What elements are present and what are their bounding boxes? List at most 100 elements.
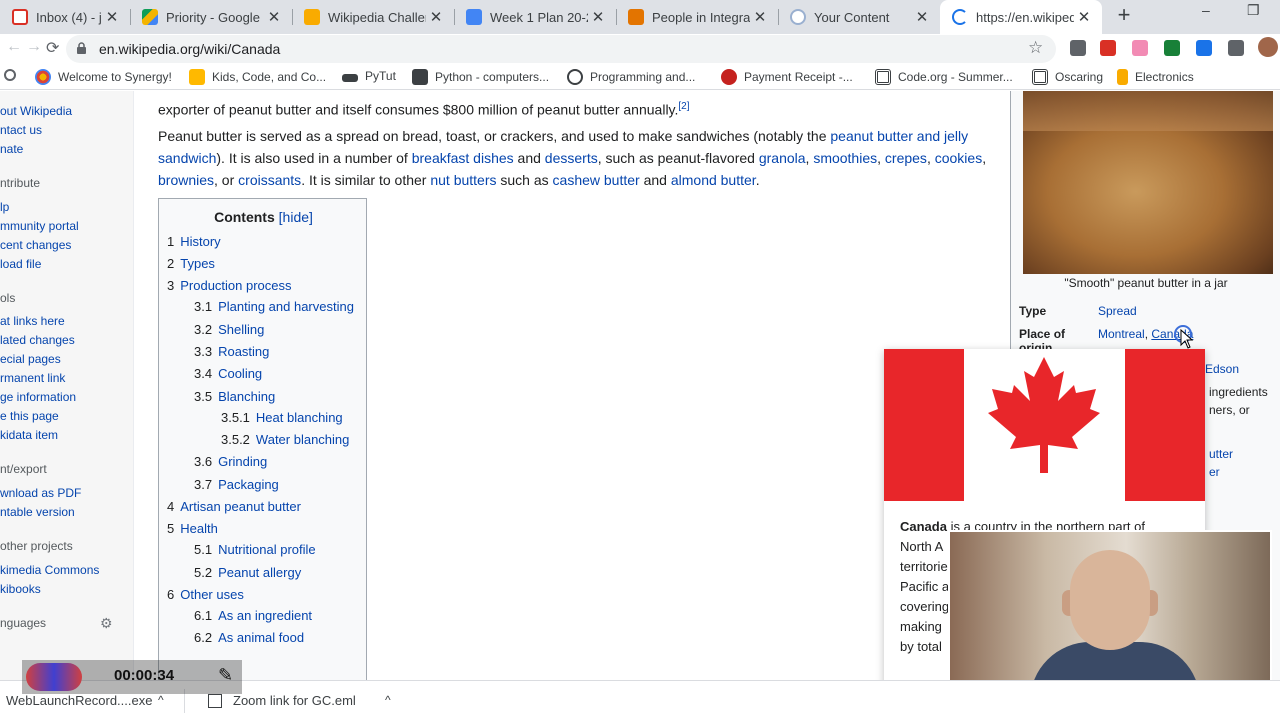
bookmark-electronics[interactable]: Electronics <box>1117 69 1194 85</box>
bookmark-oscaring[interactable]: Oscaring <box>1032 69 1103 85</box>
toc-item[interactable]: 4 Artisan peanut butter <box>167 499 301 514</box>
download-item-exe[interactable]: WebLaunchRecord....exe <box>6 693 152 708</box>
sheets-extension-icon[interactable] <box>1164 40 1180 56</box>
link-crepes[interactable]: crepes <box>885 150 927 166</box>
sidebar-link[interactable]: ge information <box>0 390 76 404</box>
chevron-up-icon[interactable]: ^ <box>385 693 391 707</box>
sidebar-link[interactable]: at links here <box>0 314 65 328</box>
extension-icon[interactable] <box>1196 40 1212 56</box>
sidebar-link[interactable]: ntact us <box>0 123 42 137</box>
partial-link[interactable]: utter <box>1209 447 1233 461</box>
bookmark-synergy[interactable]: Welcome to Synergy! <box>35 69 172 85</box>
link-smoothies[interactable]: smoothies <box>813 150 877 166</box>
gear-icon[interactable]: ⚙ <box>100 615 113 632</box>
link-almond-butter[interactable]: almond butter <box>671 172 756 188</box>
sidebar-link[interactable]: kimedia Commons <box>0 563 99 577</box>
toc-item[interactable]: 5.1 Nutritional profile <box>194 542 316 557</box>
bookmark-star-icon[interactable]: ☆ <box>1028 38 1043 58</box>
extension-icon[interactable] <box>1070 40 1086 56</box>
sidebar-link[interactable]: ecial pages <box>0 352 61 366</box>
puzzle-icon[interactable] <box>1228 40 1244 56</box>
extension-icon[interactable] <box>1100 40 1116 56</box>
close-tab-icon[interactable]: ✕ <box>102 8 122 26</box>
sidebar-link[interactable]: load file <box>0 257 41 271</box>
tab-gmail[interactable]: Inbox (4) - jeremy ✕ <box>0 0 130 34</box>
back-button[interactable]: ← <box>6 38 22 56</box>
pencil-icon[interactable]: ✎ <box>218 665 233 686</box>
sidebar-link[interactable]: nate <box>0 142 23 156</box>
avatar[interactable] <box>1258 37 1278 57</box>
minimize-button[interactable]: – <box>1202 2 1210 24</box>
bookmark-programming[interactable]: Programming and... <box>567 69 695 85</box>
restore-button[interactable]: ❐ <box>1247 2 1260 24</box>
bookmark-kids-code[interactable]: Kids, Code, and Co... <box>189 69 326 85</box>
bookmark-reload[interactable] <box>4 69 23 81</box>
new-tab-button[interactable]: + <box>1112 4 1136 28</box>
toc-item[interactable]: 3 Production process <box>167 278 292 293</box>
sidebar-link[interactable]: kibooks <box>0 582 41 596</box>
sidebar-link[interactable]: lp <box>0 200 9 214</box>
toc-item[interactable]: 3.1 Planting and harvesting <box>194 299 354 314</box>
type-value-link[interactable]: Spread <box>1098 304 1137 318</box>
bookmark-code-org[interactable]: Code.org - Summer... <box>875 69 1013 85</box>
toc-item[interactable]: 3.3 Roasting <box>194 344 269 359</box>
toc-item[interactable]: 6.1 As an ingredient <box>194 608 312 623</box>
address-bar[interactable]: en.wikipedia.org/wiki/Canada ☆ <box>66 35 1056 63</box>
sidebar-link[interactable]: mmunity portal <box>0 219 79 233</box>
forward-button[interactable]: → <box>26 38 42 56</box>
chevron-up-icon[interactable]: ^ <box>158 693 164 707</box>
link-croissants[interactable]: croissants <box>238 172 301 188</box>
download-item-eml[interactable]: Zoom link for GC.eml <box>233 693 356 708</box>
sidebar-link[interactable]: kidata item <box>0 428 58 442</box>
url-text[interactable]: en.wikipedia.org/wiki/Canada <box>99 41 280 57</box>
close-tab-icon[interactable]: ✕ <box>426 8 446 26</box>
link-granola[interactable]: granola <box>759 150 806 166</box>
link-breakfast-dishes[interactable]: breakfast dishes <box>412 150 514 166</box>
close-tab-icon[interactable]: ✕ <box>264 8 284 26</box>
reference-link[interactable]: [2] <box>678 101 689 112</box>
tab-your-content[interactable]: Your Content ✕ <box>778 0 940 34</box>
toc-item[interactable]: 3.7 Packaging <box>194 477 279 492</box>
link-brownies[interactable]: brownies <box>158 172 214 188</box>
link-cashew-butter[interactable]: cashew butter <box>553 172 640 188</box>
link-cookies[interactable]: cookies <box>935 150 982 166</box>
sidebar-link[interactable]: wnload as PDF <box>0 486 81 500</box>
toc-item[interactable]: 3.2 Shelling <box>194 322 264 337</box>
bookmark-python[interactable]: Python - computers... <box>412 69 549 85</box>
sidebar-link[interactable]: out Wikipedia <box>0 104 72 118</box>
toc-item[interactable]: 3.5 Blanching <box>194 389 275 404</box>
toc-item[interactable]: 6 Other uses <box>167 587 244 602</box>
sidebar-link[interactable]: rmanent link <box>0 371 65 385</box>
toc-item[interactable]: 3.4 Cooling <box>194 366 262 381</box>
close-tab-icon[interactable]: ✕ <box>588 8 608 26</box>
toc-hide-link[interactable]: [hide] <box>279 209 313 225</box>
montreal-link[interactable]: Montreal <box>1098 327 1145 341</box>
extension-icon[interactable] <box>1132 40 1148 56</box>
toc-item[interactable]: 5.2 Peanut allergy <box>194 565 301 580</box>
bookmark-payment[interactable]: Payment Receipt -... <box>721 69 853 85</box>
link-desserts[interactable]: desserts <box>545 150 598 166</box>
tab-wikipedia-active[interactable]: https://en.wikiped ✕ <box>940 0 1102 34</box>
tab-wikipedia-challenge[interactable]: Wikipedia Challen ✕ <box>292 0 454 34</box>
close-tab-icon[interactable]: ✕ <box>912 8 932 26</box>
sidebar-link[interactable]: ntable version <box>0 505 75 519</box>
peanut-butter-image[interactable] <box>1023 91 1273 274</box>
sidebar-link[interactable]: lated changes <box>0 333 75 347</box>
toc-item[interactable]: 6.2 As animal food <box>194 630 304 645</box>
toc-item[interactable]: 1 History <box>167 234 221 249</box>
toc-item[interactable]: 3.5.2 Water blanching <box>221 432 349 447</box>
tab-people-integrate[interactable]: People in Integrat ✕ <box>616 0 778 34</box>
tab-google-drive[interactable]: Priority - Google D ✕ <box>130 0 292 34</box>
sidebar-link[interactable]: e this page <box>0 409 59 423</box>
link-nut-butters[interactable]: nut butters <box>430 172 496 188</box>
toc-item[interactable]: 3.6 Grinding <box>194 454 267 469</box>
toc-item[interactable]: 2 Types <box>167 256 215 271</box>
toc-item[interactable]: 3.5.1 Heat blanching <box>221 410 343 425</box>
sidebar-link[interactable]: cent changes <box>0 238 71 252</box>
partial-link[interactable]: er <box>1209 465 1220 479</box>
bookmark-pytut[interactable]: PyTut <box>342 69 396 83</box>
partial-link[interactable]: Edson <box>1205 362 1239 376</box>
close-tab-icon[interactable]: ✕ <box>750 8 770 26</box>
close-tab-icon[interactable]: ✕ <box>1074 8 1094 26</box>
tab-week-plan[interactable]: Week 1 Plan 20-2 ✕ <box>454 0 616 34</box>
